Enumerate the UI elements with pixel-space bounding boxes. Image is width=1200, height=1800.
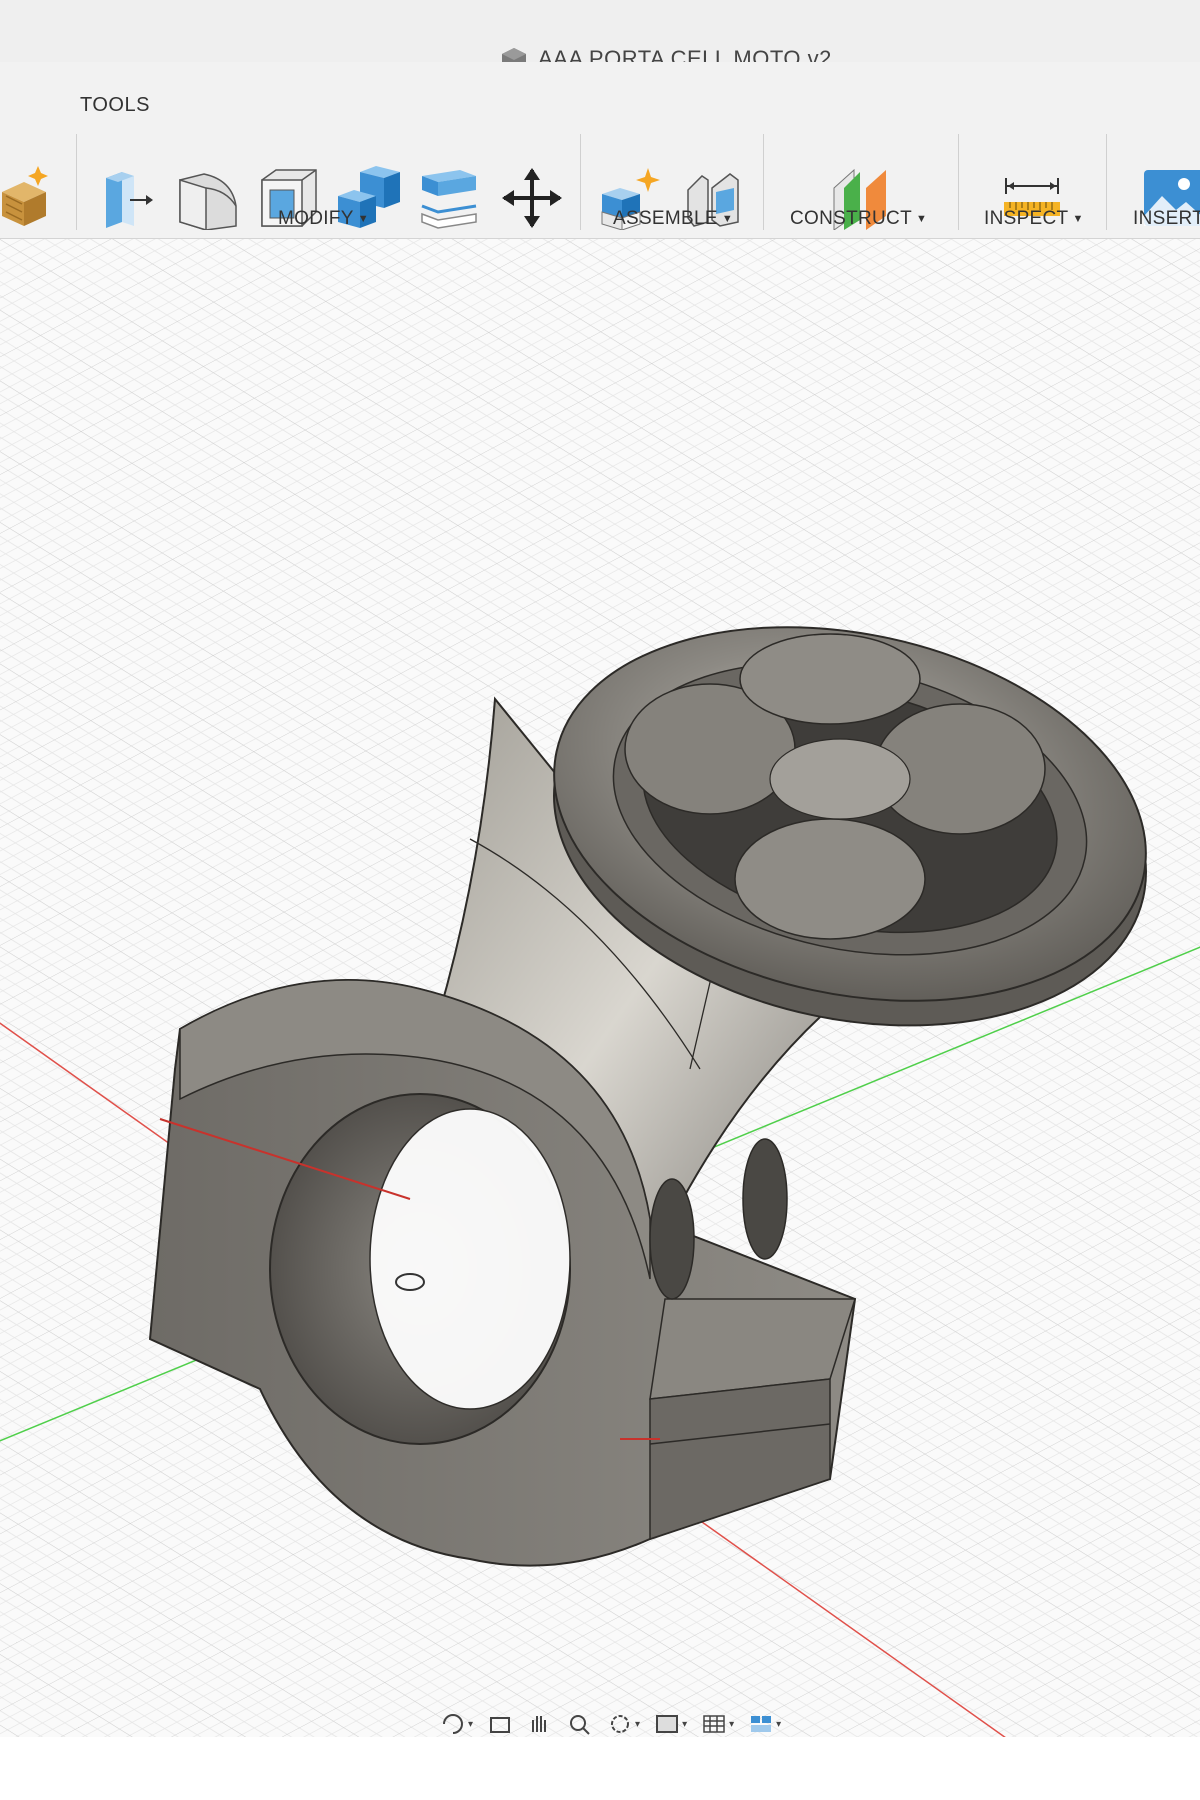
box-sparkle-icon[interactable] — [0, 162, 58, 234]
document-title-text: AAA PORTA CELL MOTO v2 — [538, 46, 832, 62]
title-bar: AAA PORTA CELL MOTO v2 — [0, 0, 1200, 62]
tools-tab[interactable]: TOOLS — [80, 94, 150, 117]
fit-icon[interactable]: ▾ — [607, 1712, 640, 1736]
assemble-menu[interactable]: ASSEMBLE ▼ — [613, 208, 733, 230]
display-settings-icon[interactable]: ▾ — [654, 1712, 687, 1736]
fusion-app-window: AAA PORTA CELL MOTO v2 TOOLS MODIFY ▼ AS… — [0, 0, 1200, 1737]
zoom-icon[interactable] — [567, 1712, 593, 1736]
navigation-bar: ▾ ▾ ▾ ▾ ▾ — [440, 1712, 920, 1737]
press-pull-icon[interactable] — [96, 162, 160, 234]
modify-menu[interactable]: MODIFY ▼ — [278, 208, 369, 230]
look-at-icon[interactable] — [487, 1712, 513, 1736]
construct-menu[interactable]: CONSTRUCT ▼ — [790, 208, 927, 230]
chevron-down-icon: ▼ — [1072, 213, 1084, 225]
toolbar-separator — [1106, 134, 1107, 230]
document-icon — [502, 48, 526, 62]
fillet-icon[interactable] — [176, 162, 240, 234]
chevron-down-icon: ▼ — [915, 213, 928, 225]
canvas-viewport[interactable] — [0, 239, 1200, 1737]
offset-face-icon[interactable] — [416, 162, 480, 234]
orbit-icon[interactable]: ▾ — [440, 1712, 473, 1736]
chevron-down-icon: ▼ — [721, 213, 734, 225]
document-title[interactable]: AAA PORTA CELL MOTO v2 — [500, 46, 832, 62]
toolbar-separator — [76, 134, 77, 230]
model-view[interactable] — [0, 239, 1200, 1737]
move-copy-icon[interactable] — [500, 162, 564, 234]
toolbar-separator — [763, 134, 764, 230]
toolbar-separator — [580, 134, 581, 230]
viewports-icon[interactable]: ▾ — [748, 1712, 781, 1736]
pan-icon[interactable] — [527, 1712, 553, 1736]
toolbar-separator — [958, 134, 959, 230]
chevron-down-icon: ▼ — [357, 213, 369, 225]
design-toolbar: TOOLS MODIFY ▼ ASSEMBLE ▼ CONSTRUCT ▼ IN… — [0, 62, 1200, 239]
insert-menu[interactable]: INSERT — [1133, 208, 1200, 230]
inspect-menu[interactable]: INSPECT ▼ — [984, 208, 1084, 230]
grid-settings-icon[interactable]: ▾ — [701, 1712, 734, 1736]
